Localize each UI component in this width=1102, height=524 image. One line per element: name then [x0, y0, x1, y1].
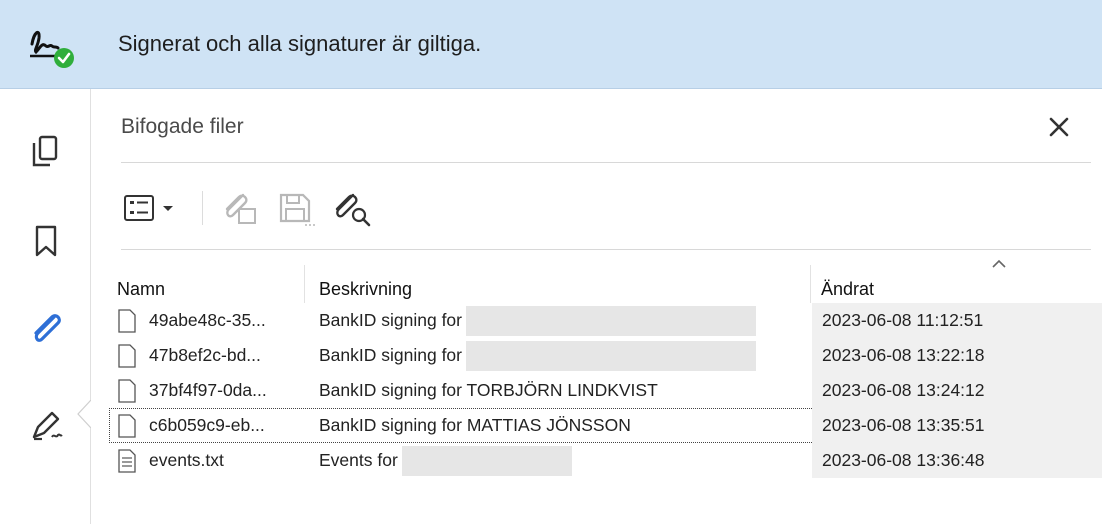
redacted-area — [401, 446, 572, 477]
panel-title: Bifogade filer — [121, 115, 244, 138]
modified-cell: 2023-06-08 13:36:48 — [812, 443, 1102, 478]
modified-cell: 2023-06-08 13:35:51 — [812, 408, 1102, 443]
modified-cell: 2023-06-08 13:22:18 — [812, 338, 1102, 373]
modified-cell: 2023-06-08 13:24:12 — [812, 373, 1102, 408]
search-attachment-icon[interactable] — [329, 185, 375, 231]
description-cell: BankID signing for — [319, 338, 809, 373]
redacted-area — [466, 306, 756, 337]
divider — [121, 249, 1091, 250]
name-cell: c6b059c9-eb... — [117, 408, 305, 443]
options-menu-icon[interactable] — [121, 185, 191, 231]
name-cell: events.txt — [117, 443, 305, 478]
active-indicator-caret — [77, 400, 91, 428]
column-header-description[interactable]: Beskrivning — [305, 265, 811, 303]
file-icon — [118, 309, 136, 333]
file-icon — [118, 414, 136, 438]
add-attachment-icon[interactable] — [217, 185, 263, 231]
name-cell: 49abe48c-35... — [117, 303, 305, 338]
name-cell: 37bf4f97-0da... — [117, 373, 305, 408]
text-file-icon — [118, 449, 136, 473]
modified-cell: 2023-06-08 11:12:51 — [812, 303, 1102, 338]
table-body: 49abe48c-35... BankID signing for 2023-0… — [109, 303, 1102, 478]
file-icon — [118, 344, 136, 368]
description-cell: BankID signing for MATTIAS JÖNSSON — [319, 415, 631, 435]
signature-banner: Signerat och alla signaturer är giltiga. — [0, 0, 1102, 89]
table-row[interactable]: 49abe48c-35... BankID signing for 2023-0… — [109, 303, 1102, 338]
navigation-rail — [0, 89, 91, 524]
name-cell: 47b8ef2c-bd... — [117, 338, 305, 373]
save-attachment-icon[interactable] — [273, 185, 319, 231]
bookmark-icon[interactable] — [22, 217, 72, 267]
redacted-area — [466, 341, 756, 372]
toolbar-separator — [202, 191, 203, 225]
signature-status-text: Signerat och alla signaturer är giltiga. — [118, 31, 482, 56]
column-header-name[interactable]: Namn — [109, 265, 305, 303]
attachment-icon[interactable] — [22, 303, 72, 353]
table-row[interactable]: 47b8ef2c-bd... BankID signing for 2023-0… — [109, 338, 1102, 373]
divider — [121, 162, 1091, 163]
table-header: Namn Beskrivning Ändrat — [109, 259, 1102, 303]
table-row[interactable]: 37bf4f97-0da... BankID signing for TORBJ… — [109, 373, 1102, 408]
table-row[interactable]: events.txt Events for 2023-06-08 13:36:4… — [109, 443, 1102, 478]
signature-pen-icon[interactable] — [22, 401, 72, 451]
column-header-modified[interactable]: Ändrat — [811, 265, 1101, 303]
description-cell: BankID signing for TORBJÖRN LINDKVIST — [319, 380, 658, 400]
attachments-panel: Bifogade filer Namn Beskrivning Ändrat 4… — [91, 89, 1102, 524]
description-cell: BankID signing for — [319, 303, 809, 338]
sort-ascending-icon — [992, 259, 1006, 268]
table-row[interactable]: c6b059c9-eb... BankID signing for MATTIA… — [109, 408, 1102, 443]
pages-icon[interactable] — [22, 127, 72, 177]
signature-valid-icon — [30, 30, 74, 68]
description-cell: Events for — [319, 443, 809, 478]
attachments-table: Namn Beskrivning Ändrat 49abe48c-35... B… — [109, 259, 1102, 478]
close-icon[interactable] — [1041, 109, 1077, 145]
file-icon — [118, 379, 136, 403]
attachments-toolbar — [121, 185, 521, 231]
